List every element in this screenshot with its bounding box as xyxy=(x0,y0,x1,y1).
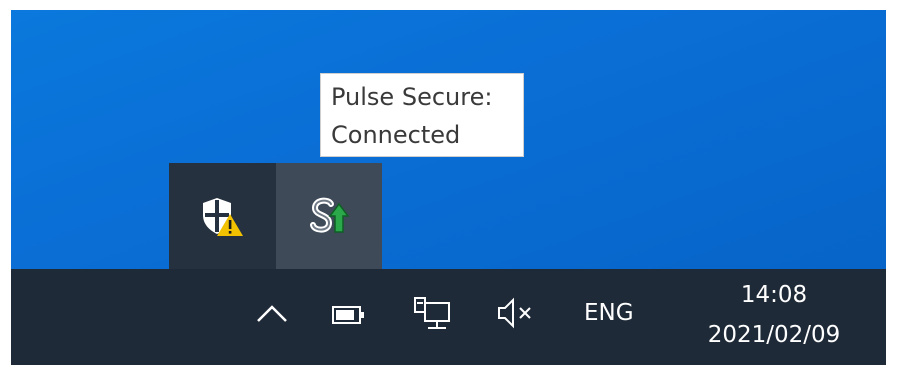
tray-item-pulse-secure[interactable] xyxy=(276,163,382,269)
network-button[interactable] xyxy=(413,293,451,338)
network-icon xyxy=(414,297,450,329)
battery-button[interactable] xyxy=(331,300,367,335)
volume-muted-icon xyxy=(498,297,531,329)
chevron-up-icon xyxy=(257,305,287,322)
battery-icon xyxy=(332,306,364,324)
input-language-indicator[interactable]: ENG xyxy=(584,298,634,328)
taskbar: ENG 14:08 2021/02/09 xyxy=(11,269,886,365)
tooltip-title: Pulse Secure: xyxy=(331,83,493,111)
tooltip-status: Connected xyxy=(331,121,461,149)
pulse-secure-icon xyxy=(310,197,350,233)
pulse-secure-tooltip: Pulse Secure: Connected xyxy=(320,73,524,157)
windows-security-warning-icon xyxy=(203,198,243,236)
show-hidden-icons-button[interactable] xyxy=(254,297,290,332)
notification-overflow-panel xyxy=(169,163,382,269)
clock-time: 14:08 xyxy=(740,282,808,308)
clock-button[interactable]: 14:08 2021/02/09 xyxy=(674,275,874,355)
clock-date: 2021/02/09 xyxy=(707,322,841,348)
screen: Pulse Secure: Connected ENG 14:08 2021/0… xyxy=(11,10,886,365)
volume-button[interactable] xyxy=(495,296,535,335)
tray-item-windows-security[interactable] xyxy=(169,163,275,269)
